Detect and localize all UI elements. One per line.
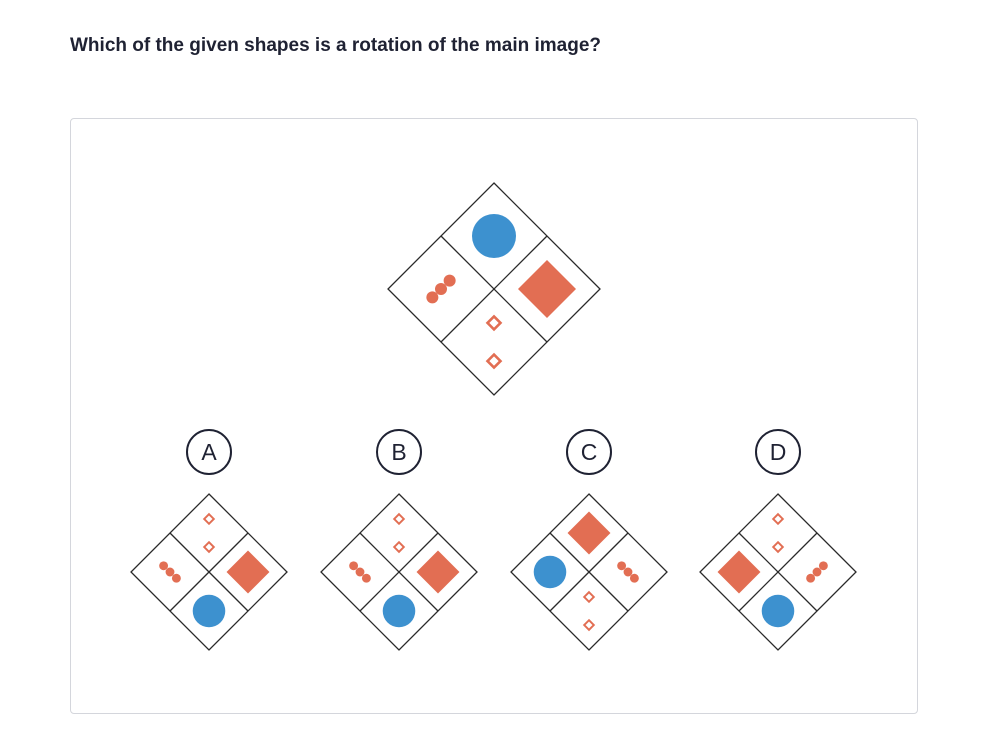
orange-hollow-diamond bbox=[392, 540, 406, 554]
orange-dot bbox=[426, 291, 439, 304]
orange-dot bbox=[806, 573, 816, 583]
puzzle-canvas: A B C D bbox=[130, 182, 857, 651]
blue-circle bbox=[472, 214, 516, 258]
option-b-badge[interactable]: B bbox=[376, 429, 422, 475]
option-a-figure[interactable] bbox=[130, 493, 288, 651]
option-a-badge[interactable]: A bbox=[186, 429, 232, 475]
orange-dot bbox=[812, 567, 822, 577]
orange-hollow-diamond bbox=[582, 590, 596, 604]
orange-dot bbox=[443, 274, 456, 287]
blue-circle bbox=[382, 594, 416, 628]
orange-dot bbox=[349, 561, 359, 571]
orange-hollow-diamond bbox=[771, 512, 785, 526]
option-d[interactable]: D bbox=[699, 429, 857, 651]
orange-square bbox=[567, 511, 611, 555]
blue-circle bbox=[192, 594, 226, 628]
option-d-letter: D bbox=[770, 439, 787, 465]
option-b-figure[interactable] bbox=[320, 493, 478, 651]
orange-hollow-diamond bbox=[202, 512, 216, 526]
orange-hollow-diamond bbox=[771, 540, 785, 554]
option-c-badge[interactable]: C bbox=[566, 429, 612, 475]
orange-square bbox=[226, 550, 270, 594]
option-a-letter: A bbox=[201, 439, 217, 465]
option-b[interactable]: B bbox=[320, 429, 478, 651]
orange-dot bbox=[165, 567, 175, 577]
orange-hollow-diamond bbox=[392, 512, 406, 526]
option-a[interactable]: A bbox=[130, 429, 288, 651]
orange-dot bbox=[629, 573, 639, 583]
option-b-letter: B bbox=[391, 439, 406, 465]
orange-square bbox=[416, 550, 460, 594]
orange-hollow-diamond bbox=[582, 618, 596, 632]
orange-hollow-diamond bbox=[485, 352, 503, 370]
orange-dot bbox=[435, 283, 447, 295]
option-d-figure[interactable] bbox=[699, 493, 857, 651]
orange-hollow-diamond bbox=[202, 540, 216, 554]
blue-circle bbox=[761, 594, 795, 628]
blue-circle bbox=[533, 555, 567, 589]
option-d-badge[interactable]: D bbox=[755, 429, 801, 475]
orange-dot bbox=[159, 561, 169, 571]
main-figure bbox=[387, 182, 601, 396]
orange-dot bbox=[361, 573, 371, 583]
orange-dot bbox=[623, 567, 633, 577]
orange-dot bbox=[818, 561, 828, 571]
orange-dot bbox=[617, 561, 627, 571]
orange-hollow-diamond bbox=[485, 314, 503, 332]
option-c-figure[interactable] bbox=[510, 493, 668, 651]
option-c-letter: C bbox=[581, 439, 598, 465]
orange-dot bbox=[355, 567, 365, 577]
option-c[interactable]: C bbox=[510, 429, 668, 651]
orange-square bbox=[518, 260, 576, 318]
orange-dot bbox=[171, 573, 181, 583]
orange-square bbox=[717, 550, 761, 594]
